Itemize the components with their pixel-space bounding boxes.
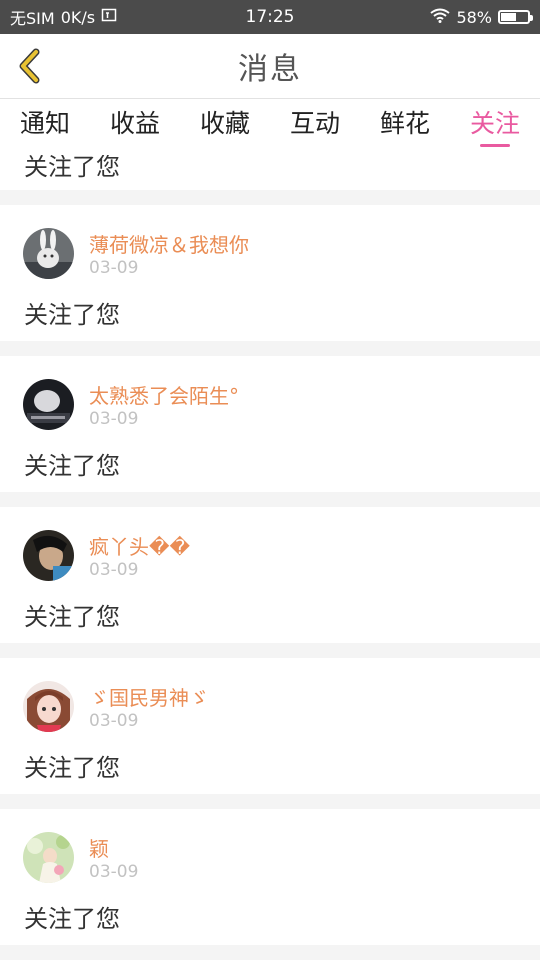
tab-bar: 通知 收益 收藏 互动 鲜花 关注 [0,99,540,155]
list-item[interactable]: 关注了您 [0,155,540,190]
list-item[interactable]: 疯丫头�� 03-09 关注了您 [0,507,540,643]
message-text: 关注了您 [24,603,120,631]
active-tab-indicator [480,144,510,147]
avatar[interactable] [23,681,74,732]
message-text: 关注了您 [24,754,120,782]
tab-label: 关注 [469,109,520,138]
tab-label: 互动 [289,109,340,138]
message-text: 关注了您 [24,301,120,329]
avatar[interactable] [23,228,74,279]
list-item[interactable]: 太熟悉了会陌生° 03-09 关注了您 [0,356,540,492]
network-speed: 0K/s [60,7,96,27]
tab-label: 收益 [109,109,160,138]
date-text: 03-09 [89,711,139,731]
follow-list: 关注了您 薄荷微凉＆我想你 03-09 关注了您 太熟悉了会陌生° 03-09 … [0,155,540,960]
list-item[interactable]: 颖 03-09 关注了您 [0,809,540,945]
user-name[interactable]: 疯丫头�� [89,531,190,560]
battery-percent: 58% [456,7,492,27]
wifi-icon [430,8,451,27]
user-name[interactable]: 太熟悉了会陌生° [89,380,239,409]
battery-fill [501,13,516,21]
user-name[interactable]: 颖 [89,833,109,862]
screenshot-icon [101,7,117,27]
tab-interactions[interactable]: 互动 [270,99,360,155]
date-text: 03-09 [89,409,139,429]
messages-screen: 无SIM 0K/s 17:25 58% 消息 通知 收益 收藏 互动 鲜花 关注… [0,0,540,960]
tab-following[interactable]: 关注 [450,99,540,155]
user-name[interactable]: 薄荷微凉＆我想你 [89,229,249,258]
message-text: 关注了您 [24,905,120,933]
date-text: 03-09 [89,258,139,278]
status-right: 58% [430,7,533,27]
list-item[interactable]: 薄荷微凉＆我想你 03-09 关注了您 [0,205,540,341]
carrier-text: 无SIM [10,9,55,28]
tab-favorites[interactable]: 收藏 [180,99,270,155]
nav-bar: 消息 [0,34,540,99]
list-item[interactable]: ゞ国民男神ゞ 03-09 关注了您 [0,658,540,794]
chevron-left-icon [19,48,40,84]
tab-earnings[interactable]: 收益 [90,99,180,155]
user-name[interactable]: ゞ国民男神ゞ [89,682,209,711]
page-title: 消息 [238,52,302,87]
tab-notifications[interactable]: 通知 [0,99,90,155]
battery-icon [498,10,533,24]
date-text: 03-09 [89,560,139,580]
avatar[interactable] [23,530,74,581]
status-left: 无SIM 0K/s [10,5,117,29]
avatar[interactable] [23,832,74,883]
back-button[interactable] [10,46,50,86]
tab-label: 通知 [19,109,70,138]
tab-label: 收藏 [199,109,250,138]
tab-flowers[interactable]: 鲜花 [360,99,450,155]
avatar[interactable] [23,379,74,430]
tab-label: 鲜花 [379,109,430,138]
message-text: 关注了您 [24,452,120,480]
status-bar: 无SIM 0K/s 17:25 58% [0,0,540,34]
date-text: 03-09 [89,862,139,882]
message-text: 关注了您 [24,155,120,181]
